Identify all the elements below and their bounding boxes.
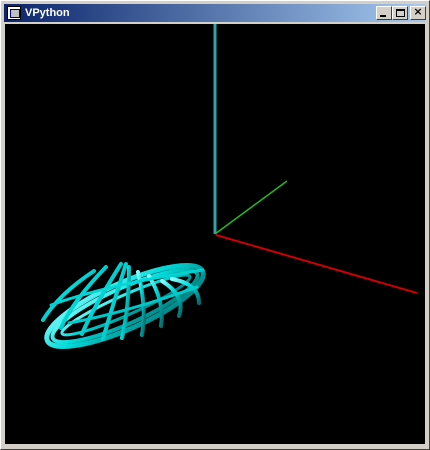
title-bar[interactable]: VPython ×	[4, 4, 426, 22]
minimize-button[interactable]	[376, 6, 392, 20]
close-button[interactable]: ×	[410, 6, 426, 20]
3d-scene-viewport[interactable]	[5, 24, 425, 444]
z-axis-line	[214, 180, 288, 235]
vpython-app-icon[interactable]	[7, 6, 21, 20]
cyan-wire-torus	[41, 262, 206, 349]
maximize-icon	[396, 9, 405, 17]
scene-canvas	[41, 24, 418, 349]
vpython-window: VPython ×	[0, 0, 430, 450]
x-axis-line	[215, 234, 418, 294]
window-title: VPython	[25, 7, 70, 19]
minimize-icon	[380, 15, 386, 17]
close-icon: ×	[413, 5, 423, 18]
maximize-button[interactable]	[392, 6, 408, 20]
